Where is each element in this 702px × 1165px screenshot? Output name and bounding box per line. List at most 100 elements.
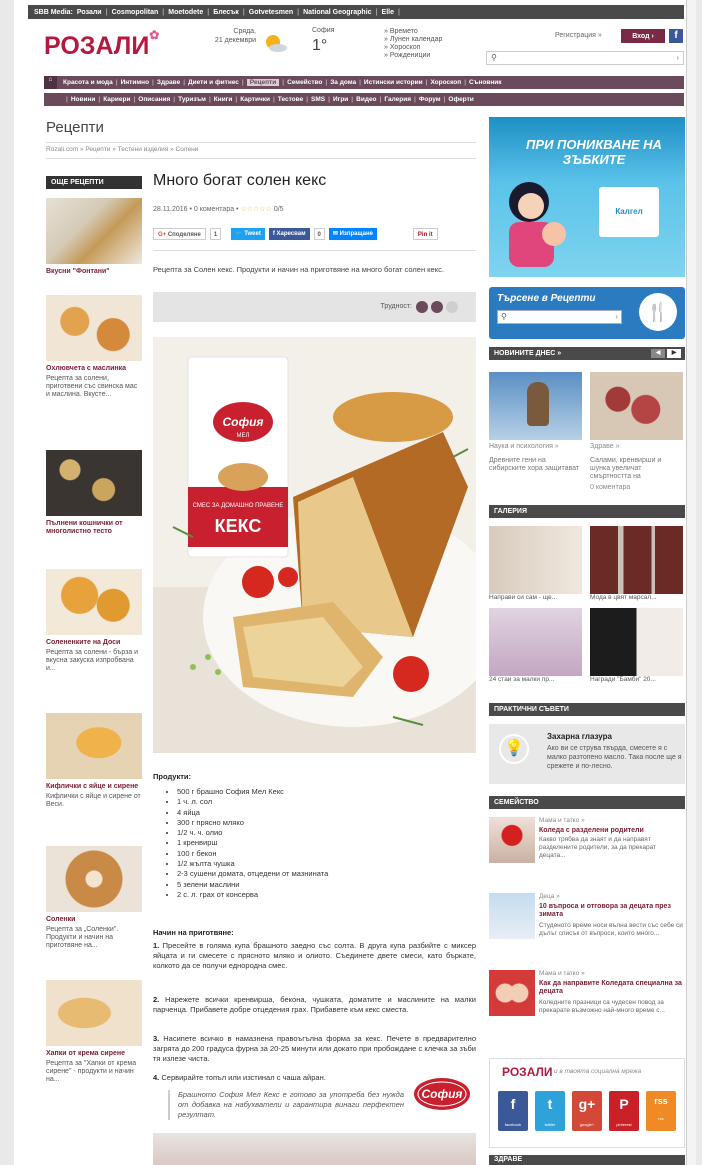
nav-item-intimate[interactable]: Интимно	[121, 79, 149, 86]
search-arrow-icon[interactable]: ›	[615, 312, 618, 321]
advert-banner[interactable]: ПРИ ПОНИКВАНЕ НА ЗЪБКИТЕ Калгел	[489, 117, 685, 277]
family-thumb[interactable]	[489, 817, 535, 863]
login-button[interactable]: Вход ›	[621, 29, 665, 43]
subnav-forum[interactable]: Форум	[419, 96, 441, 103]
news-thumb[interactable]	[489, 372, 582, 440]
family-item[interactable]: Деца » 10 въпроса и отговора за децата пр…	[489, 893, 685, 953]
link-moon-calendar[interactable]: » Лунен календар	[384, 36, 442, 44]
link-birthdays[interactable]: » Рождениции	[384, 52, 442, 60]
recipe-thumb[interactable]	[46, 846, 142, 912]
media-link-cosmopolitan[interactable]: Cosmopolitan	[112, 9, 159, 16]
family-thumb[interactable]	[489, 970, 535, 1016]
sidebar-item-title[interactable]: Вкусни "Фонтани"	[46, 268, 142, 276]
family-item[interactable]: Мама и татко » Как да направите Коледата …	[489, 970, 685, 1030]
recipe-thumb[interactable]	[46, 713, 142, 779]
news-thumb[interactable]	[590, 372, 683, 440]
tip-title[interactable]: Захарна глазура	[547, 732, 612, 741]
sidebar-item[interactable]: Вкусни "Фонтани"	[46, 198, 142, 276]
media-link-elle[interactable]: Elle	[382, 9, 394, 16]
gallery-item[interactable]: Награди "Бамби" 20...	[590, 608, 683, 683]
nav-item-home[interactable]: За дома	[330, 79, 356, 86]
subnav-books[interactable]: Книги	[214, 96, 233, 103]
recipe-thumb[interactable]	[46, 295, 142, 361]
sidebar-item-title[interactable]: Хапки от крема сирене	[46, 1050, 142, 1058]
nav-item-horoscope[interactable]: Хороскоп	[430, 79, 461, 86]
media-link-moetodete[interactable]: Moetodete	[168, 9, 203, 16]
nav-item-diet[interactable]: Диети и фитнес	[188, 79, 239, 86]
difficulty-label: Трудност:	[380, 303, 412, 310]
subnav-cards[interactable]: Картички	[240, 96, 270, 103]
media-link-blesak[interactable]: Блесък	[213, 9, 239, 16]
google-plus-icon[interactable]: g+ google+	[572, 1091, 602, 1131]
sidebar-item-title[interactable]: Пълнени кошнички от многолистно тесто	[46, 520, 142, 536]
recipe-thumb[interactable]	[46, 569, 142, 635]
subnav-tourism[interactable]: Туризъм	[178, 96, 206, 103]
subnav-video[interactable]: Видео	[356, 96, 376, 103]
rating-stars[interactable]: ☆☆☆☆☆	[240, 206, 271, 213]
gallery-item[interactable]: 24 стаи за малки пр...	[489, 608, 582, 683]
header-search-input[interactable]: ⚲ ›	[486, 51, 684, 65]
messenger-button[interactable]: ✉ Изпращане	[328, 228, 377, 240]
gallery-item[interactable]: Мода в цвят марсал...	[590, 526, 683, 601]
recipe-search-input[interactable]: ⚲ ›	[497, 310, 622, 324]
nav-item-family[interactable]: Семейство	[287, 79, 322, 86]
home-icon[interactable]: ⌂	[44, 76, 57, 89]
prev-arrow-icon[interactable]: ◀	[651, 349, 665, 358]
search-arrow-icon[interactable]: ›	[676, 53, 679, 62]
rss-icon[interactable]: rss rss	[646, 1091, 676, 1131]
nav-item-stories[interactable]: Истински истории	[364, 79, 423, 86]
share-bar: G+ Споделяне 1 🐦 Tweet f Харесвам 0 ✉ Из…	[153, 228, 438, 240]
scrollbar[interactable]	[686, 0, 696, 1165]
recipe-thumb[interactable]	[46, 198, 142, 264]
subnav-sms[interactable]: SMS	[311, 96, 325, 103]
sidebar-item[interactable]: Кифлички с яйце и сирене Кифлички с яйце …	[46, 713, 142, 809]
subnav-tests[interactable]: Тестове	[278, 96, 303, 103]
sidebar-item-title[interactable]: Соленки	[46, 916, 142, 924]
twitter-icon[interactable]: t twitter	[535, 1091, 565, 1131]
news-item[interactable]: Здраве » Салами, кренвирши и шунка увелич…	[590, 372, 683, 492]
tip-card[interactable]: 💡 Захарна глазура Ако ви се струва твърд…	[489, 724, 685, 784]
subnav-descriptions[interactable]: Описания	[138, 96, 170, 103]
news-item[interactable]: Наука и психология » Древните гени на сиб…	[489, 372, 582, 473]
sidebar-item-title[interactable]: Солененките на Доси	[46, 639, 142, 647]
facebook-like-button[interactable]: f Харесвам	[268, 228, 310, 240]
news-header: НОВИНИТЕ ДНЕС » ◀ ▶	[489, 347, 685, 360]
media-link-natgeo[interactable]: National Geographic	[303, 9, 371, 16]
link-horoscope[interactable]: » Хороскоп	[384, 44, 442, 52]
media-link-rozali[interactable]: Розали	[77, 9, 102, 16]
nav-item-dreams[interactable]: Съновник	[469, 79, 502, 86]
gallery-item[interactable]: Направи си сам - ще...	[489, 526, 582, 601]
site-logo[interactable]: РОЗАЛИ ✿	[44, 28, 159, 61]
pinterest-icon[interactable]: Ppinterest	[609, 1091, 639, 1131]
family-item[interactable]: Мама и татко » Коледа с разделени родител…	[489, 817, 685, 877]
sidebar-item[interactable]: Соленки Рецепта за „Соленки". Продукти и …	[46, 846, 142, 950]
sidebar-item[interactable]: Пълнени кошнички от многолистно тесто	[46, 450, 142, 536]
nav-item-beauty[interactable]: Красота и мода	[63, 79, 113, 86]
recipe-thumb[interactable]	[46, 980, 142, 1046]
subnav-games[interactable]: Игри	[333, 96, 348, 103]
sidebar-item-desc: Кифлички с яйце и сирене от Веси.	[46, 793, 141, 808]
recipe-thumb[interactable]	[46, 450, 142, 516]
next-arrow-icon[interactable]: ▶	[667, 349, 681, 358]
breadcrumb[interactable]: Rozali.com » Рецепти » Тестени изделия »…	[46, 146, 198, 153]
nav-item-recipes[interactable]: Рецепти	[246, 79, 280, 86]
sidebar-item[interactable]: Охлювчета с маслинка Рецепта за солени, п…	[46, 295, 142, 399]
pin-button[interactable]: Pin it	[412, 228, 438, 240]
link-weather[interactable]: » Времето	[384, 28, 442, 36]
subnav-news[interactable]: Новини	[71, 96, 96, 103]
sidebar-item-title[interactable]: Кифлички с яйце и сирене	[46, 783, 142, 791]
facebook-icon[interactable]: f facebook	[498, 1091, 528, 1131]
register-link[interactable]: Регистрация »	[555, 32, 602, 39]
tweet-button[interactable]: 🐦 Tweet	[231, 228, 265, 240]
sidebar-item-title[interactable]: Охлювчета с маслинка	[46, 365, 142, 373]
subnav-offers[interactable]: Оферти	[448, 96, 473, 103]
facebook-icon[interactable]: f	[669, 29, 683, 43]
family-thumb[interactable]	[489, 893, 535, 939]
sidebar-item[interactable]: Хапки от крема сирене Рецепта за "Хапки о…	[46, 980, 142, 1084]
media-link-gotvetesmen[interactable]: Gotvetesmen	[249, 9, 293, 16]
google-share-button[interactable]: G+ Споделяне	[153, 228, 206, 240]
subnav-careers[interactable]: Кариери	[103, 96, 130, 103]
sidebar-item[interactable]: Солененките на Доси Рецепта за солени - б…	[46, 569, 142, 673]
nav-item-health[interactable]: Здраве	[157, 79, 180, 86]
subnav-gallery[interactable]: Галерия	[384, 96, 411, 103]
